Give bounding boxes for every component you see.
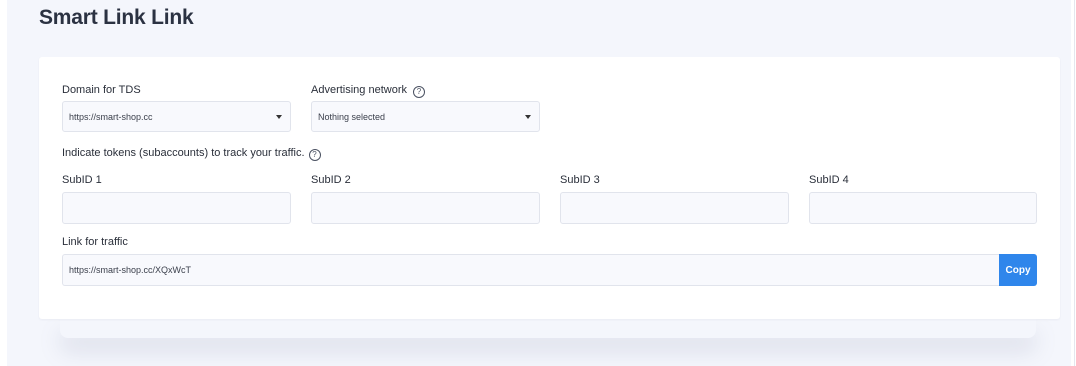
chevron-down-icon [276, 115, 282, 119]
traffic-link-field[interactable]: https://smart-shop.cc/XQxWcT [62, 254, 999, 286]
question-circle-icon[interactable]: ? [308, 149, 321, 161]
page-title: Smart Link Link [39, 6, 194, 29]
advertising-network-select[interactable]: Nothing selected [311, 101, 540, 132]
subid4-label: SubID 4 [809, 174, 849, 186]
card-shadow [60, 318, 1036, 338]
network-label-text: Advertising network [311, 84, 407, 96]
page-edge-divider [1074, 0, 1075, 366]
link-label: Link for traffic [62, 236, 128, 248]
subid4-input[interactable] [809, 192, 1037, 224]
subid2-input[interactable] [311, 192, 540, 224]
subid2-label: SubID 2 [311, 174, 351, 186]
subid1-input[interactable] [62, 192, 291, 224]
network-label: Advertising network? [311, 84, 425, 98]
question-circle-icon[interactable]: ? [413, 86, 425, 98]
subid1-label: SubID 1 [62, 174, 102, 186]
domain-select[interactable]: https://smart-shop.cc [62, 101, 291, 132]
subid3-label: SubID 3 [560, 174, 600, 186]
copy-button[interactable]: Copy [999, 254, 1037, 286]
tokens-hint-text: Indicate tokens (subaccounts) to track y… [62, 147, 305, 159]
tokens-hint: Indicate tokens (subaccounts) to track y… [62, 147, 321, 161]
smart-link-form-card: Domain for TDS https://smart-shop.cc Adv… [39, 57, 1060, 319]
subid3-input[interactable] [560, 192, 789, 224]
chevron-down-icon [525, 115, 531, 119]
domain-label: Domain for TDS [62, 84, 141, 96]
domain-select-value: https://smart-shop.cc [69, 112, 153, 122]
network-select-value: Nothing selected [318, 112, 386, 122]
